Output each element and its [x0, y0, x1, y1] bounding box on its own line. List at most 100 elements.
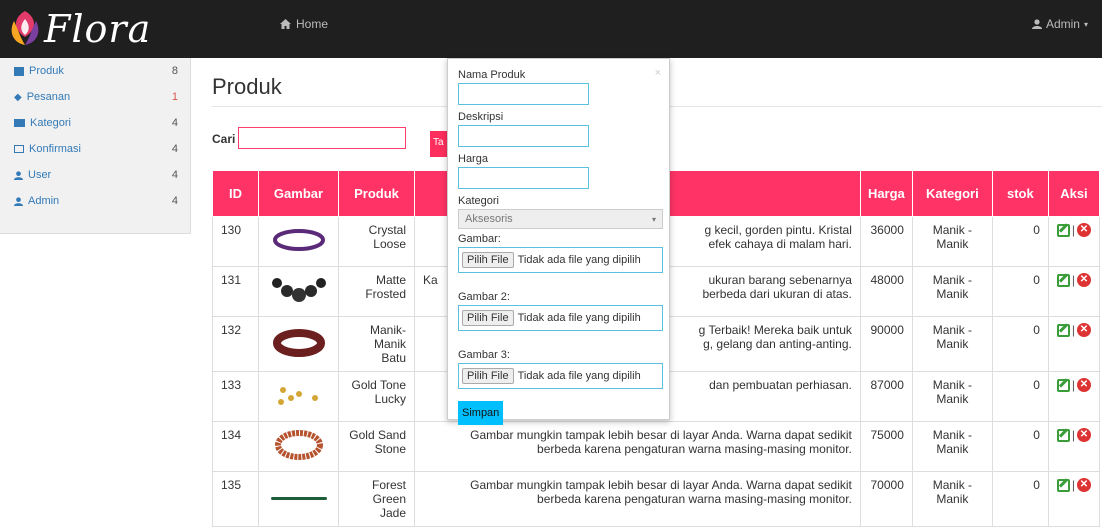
- gambar2-file-input[interactable]: Pilih File Tidak ada file yang dipilih: [458, 305, 663, 331]
- add-product-modal: × Nama Produk Deskripsi Harga Kategori A…: [447, 58, 670, 425]
- delete-icon[interactable]: ✕: [1077, 378, 1091, 392]
- home-icon: [280, 19, 291, 29]
- desc-prefix: Ka: [423, 273, 438, 287]
- cell-produk: Gold Tone Lucky: [338, 371, 415, 422]
- aksi-separator: |: [1071, 378, 1075, 392]
- cell-stok: 0: [991, 316, 1049, 372]
- nav-home-label: Home: [296, 17, 329, 31]
- delete-icon[interactable]: ✕: [1077, 428, 1091, 442]
- cell-kategori: Manik - Manik: [911, 266, 993, 317]
- cell-harga: 87000: [859, 371, 913, 422]
- edit-icon[interactable]: [1056, 428, 1070, 442]
- edit-icon[interactable]: [1056, 378, 1070, 392]
- nama-produk-input[interactable]: [458, 83, 589, 105]
- product-name-line: Manik-: [369, 323, 406, 337]
- list-icon: [14, 66, 24, 76]
- brand-logo[interactable]: Flora: [8, 4, 151, 54]
- col-produk-header[interactable]: Produk: [338, 170, 415, 217]
- product-thumbnail: [277, 387, 318, 405]
- cell-aksi: | ✕: [1047, 266, 1101, 317]
- edit-icon[interactable]: [1056, 478, 1070, 492]
- product-stok: 0: [1033, 223, 1040, 237]
- cell-stok: 0: [991, 371, 1049, 422]
- delete-icon[interactable]: ✕: [1077, 223, 1091, 237]
- choose-file-button[interactable]: Pilih File: [462, 310, 514, 326]
- col-gambar-header[interactable]: Gambar: [258, 170, 339, 217]
- search-input[interactable]: [238, 127, 406, 149]
- desc-line: Gambar mungkin tampak lebih besar di lay…: [470, 478, 852, 492]
- col-kategori-header[interactable]: Kategori: [911, 170, 993, 217]
- flower-logo-icon: [11, 11, 39, 45]
- table-row: 134 Gold Sand Stone Gambar mungkin tampak l…: [212, 421, 1101, 472]
- aksi-separator: |: [1071, 223, 1075, 237]
- product-thumbnail: [272, 229, 325, 251]
- sidebar-item-konfirmasi[interactable]: Konfirmasi 4: [0, 136, 190, 162]
- product-thumbnail: [271, 278, 326, 302]
- sidebar: Produk 8 ◆ Pesanan 1 Kategori 4 Konfirmas…: [0, 58, 191, 234]
- kategori-select[interactable]: Aksesoris ▾: [458, 209, 663, 229]
- gambar3-file-input[interactable]: Pilih File Tidak ada file yang dipilih: [458, 363, 663, 389]
- user-icon: [14, 170, 23, 180]
- search-button[interactable]: Ta: [430, 131, 448, 157]
- gambar2-label: Gambar 2:: [458, 291, 510, 303]
- cell-stok: 0: [991, 421, 1049, 472]
- aksi-separator: |: [1071, 478, 1075, 492]
- product-thumbnail: [274, 430, 323, 460]
- simpan-button[interactable]: Simpan: [458, 401, 504, 425]
- sidebar-item-pesanan[interactable]: ◆ Pesanan 1: [0, 84, 190, 110]
- product-name-line: Crystal: [368, 223, 406, 237]
- sidebar-item-label: User: [28, 169, 52, 181]
- sidebar-item-user[interactable]: User 4: [0, 162, 190, 188]
- choose-file-button[interactable]: Pilih File: [462, 368, 514, 384]
- desc-line: berbeda karena pengaturan warna masing-m…: [537, 492, 852, 506]
- col-harga-header[interactable]: Harga: [859, 170, 913, 217]
- deskripsi-input[interactable]: [458, 125, 589, 147]
- gambar-label: Gambar:: [458, 233, 501, 245]
- sidebar-item-produk[interactable]: Produk 8: [0, 58, 190, 84]
- delete-icon[interactable]: ✕: [1077, 478, 1091, 492]
- cell-aksi: | ✕: [1047, 421, 1101, 472]
- choose-file-button[interactable]: Pilih File: [462, 252, 514, 268]
- product-id: 134: [221, 428, 242, 442]
- product-category: Manik - Manik: [932, 428, 973, 456]
- desc-line: Gambar mungkin tampak lebih besar di lay…: [470, 428, 852, 442]
- nav-home-link[interactable]: Home: [280, 17, 328, 31]
- sidebar-item-admin[interactable]: Admin 4: [0, 188, 190, 214]
- product-image: [271, 228, 327, 255]
- cell-aksi: | ✕: [1047, 216, 1101, 267]
- cell-produk: Forest Green Jade: [338, 471, 415, 527]
- product-price: 90000: [870, 323, 904, 337]
- harga-input[interactable]: [458, 167, 589, 189]
- sidebar-item-kategori[interactable]: Kategori 4: [0, 110, 190, 136]
- sidebar-count: 8: [171, 65, 178, 77]
- edit-icon[interactable]: [1056, 223, 1070, 237]
- delete-icon[interactable]: ✕: [1077, 273, 1091, 287]
- admin-dropdown[interactable]: Admin ▾: [1031, 17, 1088, 31]
- close-icon[interactable]: ×: [655, 67, 661, 79]
- harga-label: Harga: [458, 153, 488, 165]
- product-id: 135: [221, 478, 242, 492]
- col-stok-header[interactable]: stok: [991, 170, 1049, 217]
- product-name-line: Manik Batu: [373, 337, 406, 365]
- col-id-header[interactable]: ID: [212, 170, 259, 217]
- sidebar-count: 1: [171, 91, 178, 103]
- cell-harga: 48000: [859, 266, 913, 317]
- edit-icon[interactable]: [1056, 273, 1070, 287]
- col-aksi-header[interactable]: Aksi: [1047, 170, 1101, 217]
- cell-harga: 36000: [859, 216, 913, 267]
- aksi-separator: |: [1071, 273, 1075, 287]
- sidebar-item-label: Konfirmasi: [29, 143, 81, 155]
- delete-icon[interactable]: ✕: [1077, 323, 1091, 337]
- caret-down-icon: ▾: [1083, 19, 1088, 29]
- search-label: Cari: [212, 132, 236, 146]
- deskripsi-label: Deskripsi: [458, 111, 504, 123]
- product-category: Manik - Manik: [932, 478, 973, 506]
- cell-produk: Crystal Loose: [338, 216, 415, 267]
- cell-gambar: [258, 316, 339, 372]
- edit-icon[interactable]: [1056, 323, 1070, 337]
- cell-aksi: | ✕: [1047, 316, 1101, 372]
- user-icon: [14, 196, 23, 206]
- gambar-file-input[interactable]: Pilih File Tidak ada file yang dipilih: [458, 247, 663, 273]
- product-thumbnail: [270, 496, 327, 500]
- cell-aksi: | ✕: [1047, 471, 1101, 527]
